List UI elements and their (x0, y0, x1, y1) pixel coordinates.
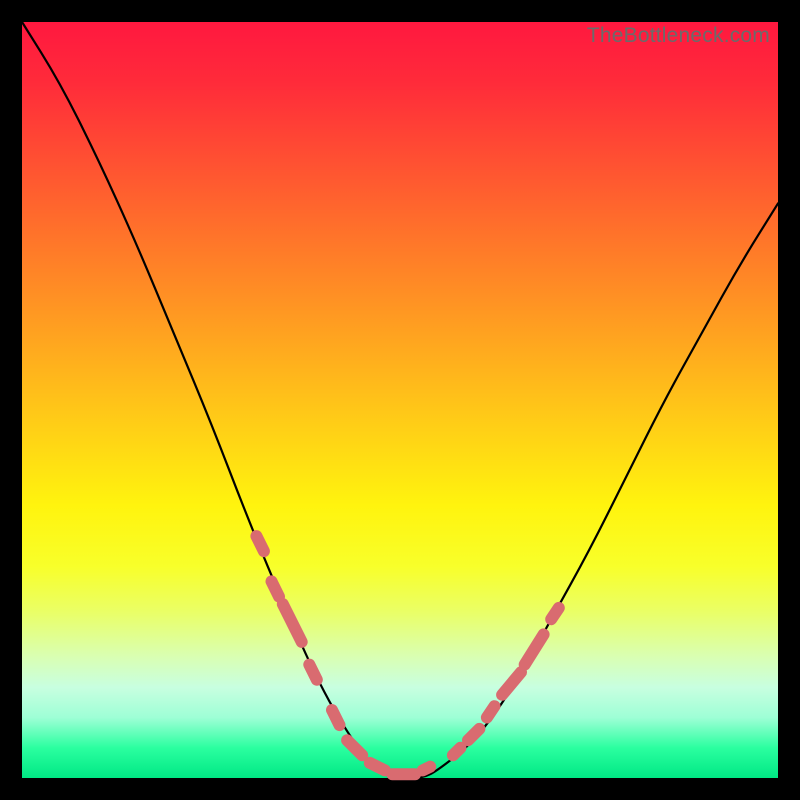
marker-capsule (370, 763, 385, 771)
marker-capsule (525, 634, 544, 664)
plot-area: TheBottleneck.com (22, 22, 778, 778)
marker-capsule (272, 581, 280, 596)
marker-capsule (551, 608, 559, 619)
marker-capsule (468, 729, 479, 740)
marker-capsule (332, 710, 340, 725)
chart-svg (22, 22, 778, 778)
marker-capsule (256, 536, 264, 551)
bottleneck-curve (22, 22, 778, 778)
marker-capsule (283, 604, 302, 642)
marker-capsule (309, 665, 317, 680)
marker-capsule (487, 706, 495, 717)
marker-capsule (347, 740, 362, 755)
marker-capsule (423, 767, 431, 771)
marker-capsule (453, 748, 461, 756)
marker-capsule (502, 672, 521, 695)
curve-markers (256, 536, 558, 774)
